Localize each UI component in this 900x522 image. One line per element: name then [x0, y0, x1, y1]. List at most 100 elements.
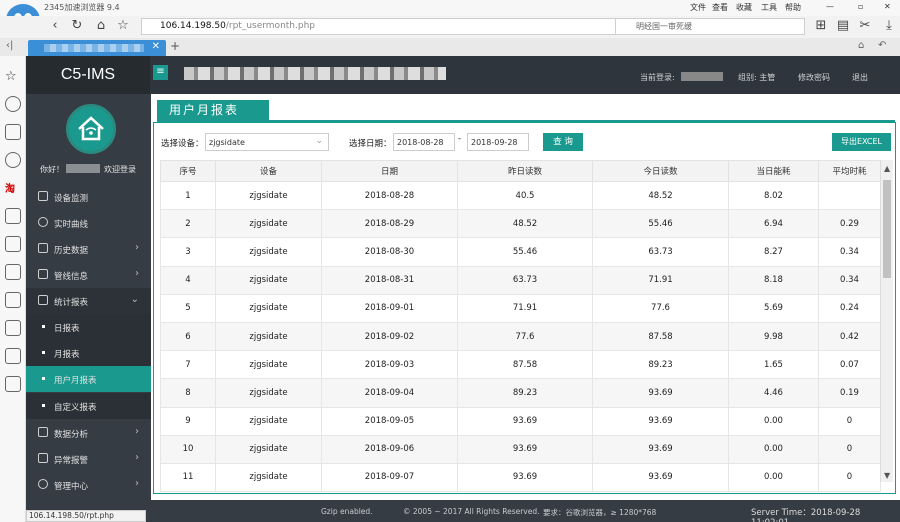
- table-cell: 71.91: [592, 265, 729, 295]
- table-cell: zjgsidate: [215, 434, 322, 464]
- browser-title-bar: 2345加速浏览器 9.4 文件 查看 收藏 工具 帮助 — ▫ ✕: [0, 0, 900, 16]
- table-cell: 77.6: [592, 293, 729, 323]
- table-row: 5 zjgsidate 2018-09-01 71.91 77.6 5.69 0.24: [160, 293, 881, 323]
- sidebar-item-alarm[interactable]: 异常报警 ›: [26, 446, 151, 472]
- table-cell: zjgsidate: [215, 293, 322, 323]
- settings-icon: [38, 479, 48, 489]
- table-cell: 71.91: [457, 293, 593, 323]
- scroll-thumb[interactable]: [883, 180, 891, 278]
- tab-close-icon[interactable]: ✕: [152, 41, 160, 52]
- table-row: 1 zjgsidate 2018-08-28 40.5 48.52 8.02: [160, 180, 881, 211]
- table-cell: 3: [160, 237, 216, 267]
- calculator-icon[interactable]: [5, 320, 21, 336]
- sidebar-item-management[interactable]: 管理中心 ›: [26, 472, 151, 498]
- download-icon[interactable]: ⤓: [880, 17, 898, 35]
- sidebar-subitem-custom-report[interactable]: 自定义报表: [26, 393, 151, 419]
- chevron-down-icon: ⌄: [315, 136, 323, 146]
- tab-tools-icon[interactable]: ⌂: [858, 40, 864, 51]
- star-icon[interactable]: ☆: [5, 70, 21, 86]
- sidebar-username-blurred: [66, 164, 100, 173]
- table-scrollbar[interactable]: ▲ ▼: [880, 160, 893, 482]
- table-cell: 2018-08-31: [321, 265, 458, 295]
- undo-icon[interactable]: ↶: [878, 40, 886, 51]
- sidebar-subitem-daily-report[interactable]: 日报表: [26, 314, 151, 340]
- table-row: 8 zjgsidate 2018-09-04 89.23 93.69 4.46 0.19: [160, 378, 881, 408]
- sidebar-item-statistics-report[interactable]: 统计报表 ⌄: [26, 288, 151, 314]
- new-tab-icon[interactable]: +: [170, 39, 180, 53]
- table-row: 11 zjgsidate 2018-09-07 93.69 93.69 0.00 0: [160, 462, 881, 493]
- address-path: /rpt_usermonth.php: [225, 21, 315, 31]
- tab-collapse-icon[interactable]: ‹|: [6, 40, 13, 51]
- column-header: 平均时耗: [818, 160, 881, 182]
- table-cell: 0.34: [818, 265, 881, 295]
- device-select[interactable]: zjgsidate ⌄: [205, 133, 329, 151]
- logout-link[interactable]: 退出: [852, 72, 868, 83]
- browser-tab[interactable]: ✕: [28, 40, 166, 56]
- table-cell: 0.19: [818, 378, 881, 408]
- change-password-link[interactable]: 修改密码: [798, 72, 830, 83]
- scroll-up-icon[interactable]: ▲: [884, 164, 890, 173]
- server-time: Server Time：2018-09-28 11:02:01: [751, 508, 861, 522]
- scissors-icon[interactable]: ✂: [856, 17, 874, 35]
- table-cell: 89.23: [457, 378, 593, 408]
- menu-file[interactable]: 文件: [690, 2, 706, 13]
- address-bar[interactable]: 106.14.198.50/rpt_usermonth.php: [141, 18, 621, 35]
- table-cell: 5.69: [728, 293, 819, 323]
- column-header: 日期: [321, 160, 458, 182]
- menu-toggle-button[interactable]: ≡: [153, 65, 168, 80]
- back-to-desktop-icon[interactable]: [5, 376, 21, 392]
- refresh-icon[interactable]: ↻: [68, 17, 86, 35]
- minimize-button[interactable]: —: [826, 2, 834, 11]
- chat-icon[interactable]: [5, 152, 21, 168]
- menu-help[interactable]: 帮助: [785, 2, 801, 13]
- table-cell: 8.02: [728, 180, 819, 211]
- search-box[interactable]: 明经国一审死缓: [615, 18, 805, 35]
- table-row: 6 zjgsidate 2018-09-02 77.6 87.58 9.98 0.42: [160, 321, 881, 352]
- clock-icon: [38, 217, 48, 227]
- menu-tools[interactable]: 工具: [761, 2, 777, 13]
- home-icon[interactable]: ⌂: [92, 17, 110, 35]
- table-cell: 11: [160, 462, 216, 493]
- close-window-button[interactable]: ✕: [884, 2, 891, 11]
- back-icon[interactable]: ‹: [46, 17, 64, 35]
- maximize-button[interactable]: ▫: [858, 2, 863, 11]
- grid-icon[interactable]: [5, 264, 21, 280]
- table-cell: 93.69: [592, 378, 729, 408]
- taobao-icon[interactable]: 淘: [5, 180, 21, 196]
- apps-icon[interactable]: ⊞: [812, 17, 830, 35]
- browser-nav-bar: ‹ ↻ ⌂ ☆ 106.14.198.50/rpt_usermonth.php …: [0, 16, 900, 38]
- menu-view[interactable]: 查看: [712, 2, 728, 13]
- sidebar-item-history-data[interactable]: 历史数据 ›: [26, 236, 151, 262]
- sidebar-subitem-user-monthly-report[interactable]: 用户月报表: [26, 366, 151, 392]
- table-row: 3 zjgsidate 2018-08-30 55.46 63.73 8.27 0.34: [160, 237, 881, 267]
- table-cell: 48.52: [457, 209, 593, 239]
- menu-favorites[interactable]: 收藏: [736, 2, 752, 13]
- export-excel-button[interactable]: 导出EXCEL: [832, 133, 891, 151]
- table-cell: 93.69: [457, 462, 593, 493]
- query-button[interactable]: 查 询: [543, 133, 583, 151]
- history-icon[interactable]: [5, 96, 21, 112]
- reader-icon[interactable]: ▤: [834, 17, 852, 35]
- favorite-star-icon[interactable]: ☆: [114, 17, 132, 35]
- sidebar-item-device-monitor[interactable]: 设备监测: [26, 184, 151, 210]
- calendar-icon[interactable]: [5, 208, 21, 224]
- list-icon[interactable]: [5, 348, 21, 364]
- sidebar-item-pipeline-info[interactable]: 管线信息 ›: [26, 262, 151, 288]
- sidebar-item-realtime-curve[interactable]: 实时曲线: [26, 210, 151, 236]
- address-host: 106.14.198.50: [160, 21, 226, 31]
- table-cell: 2018-09-04: [321, 378, 458, 408]
- game-icon[interactable]: [5, 236, 21, 252]
- date-separator: -: [458, 134, 462, 144]
- scroll-down-icon[interactable]: ▼: [884, 471, 890, 480]
- table-cell: zjgsidate: [215, 180, 322, 211]
- date-to-input[interactable]: 2018-09-28: [467, 133, 529, 151]
- screen-icon[interactable]: [5, 292, 21, 308]
- news-icon[interactable]: [5, 124, 21, 140]
- sidebar-item-data-analysis[interactable]: 数据分析 ›: [26, 420, 151, 446]
- table-cell: 0: [818, 406, 881, 436]
- date-from-input[interactable]: 2018-08-28: [393, 133, 455, 151]
- page-title: 用户月报表: [157, 100, 269, 120]
- chevron-down-icon: ⌄: [130, 294, 139, 305]
- device-select-value: zjgsidate: [209, 138, 245, 147]
- sidebar-subitem-monthly-report[interactable]: 月报表: [26, 340, 151, 366]
